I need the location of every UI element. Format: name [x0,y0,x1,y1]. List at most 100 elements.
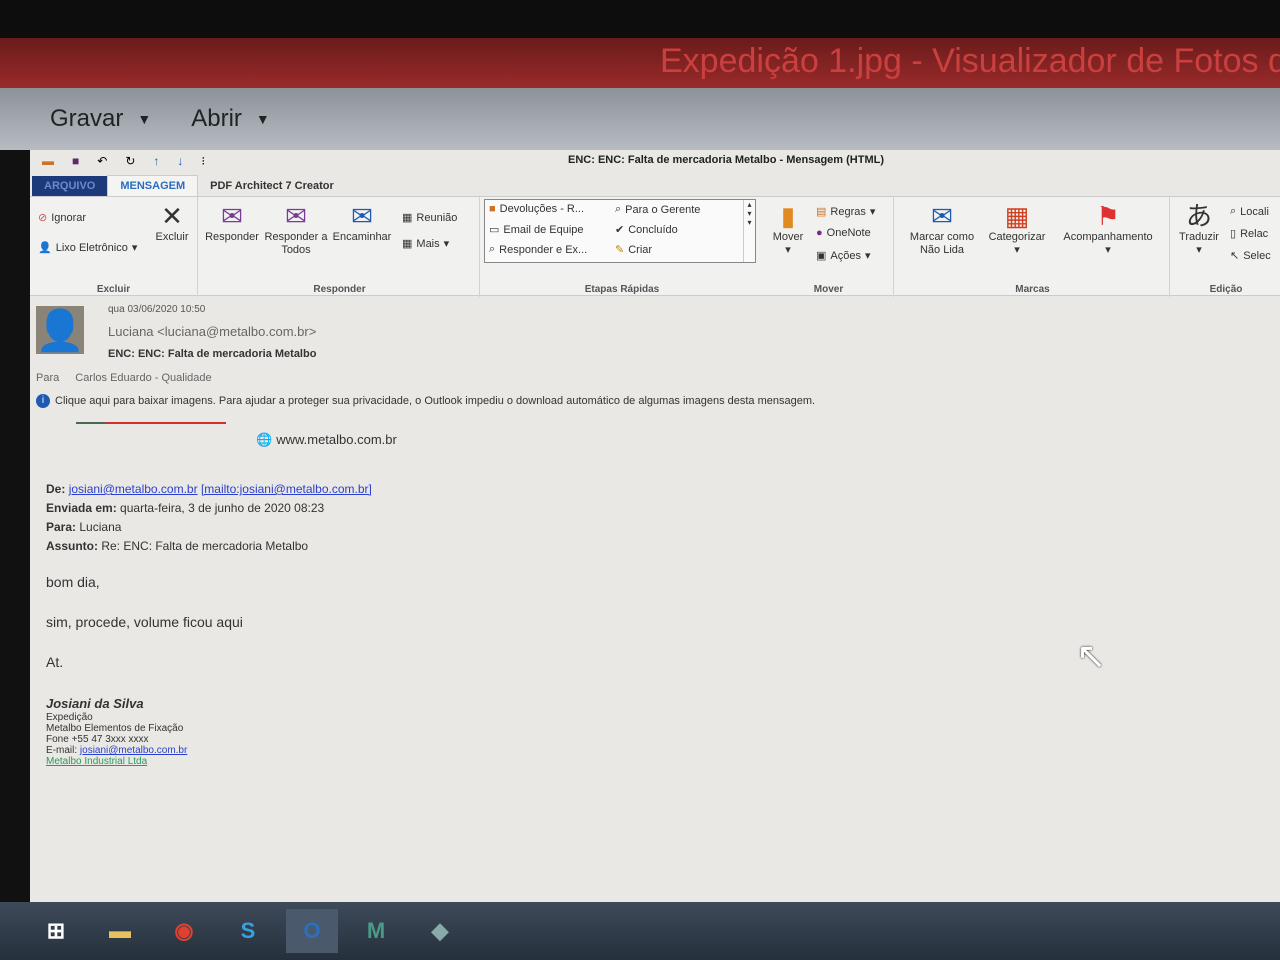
previous-icon[interactable]: ↑ [153,154,159,168]
quick-step-label: Concluído [628,223,678,236]
more-label: Mais [416,237,440,250]
actions-label: Ações [830,249,861,262]
quick-step-item[interactable]: ✎ Criar [615,243,652,257]
categorize-icon: ▦ [1004,201,1030,231]
find-label: Locali [1240,205,1269,218]
find-button[interactable]: ⌕ Locali [1230,205,1269,218]
quick-steps-gallery: ■ Devoluções - R... ▭ Email de Equipe ⌕ Res… [484,199,756,263]
mark-unread-button[interactable]: ✉ Marcar como Não Lida [902,201,982,257]
junk-button[interactable]: 👤 Lixo Eletrônico ▾ [38,241,137,255]
website-link[interactable]: 🌐 www.metalbo.com.br [256,432,397,448]
meeting-button[interactable]: ▦ Reunião [402,211,458,225]
move-button[interactable]: ▮ Mover ▾ [766,201,810,257]
binoculars-icon: ⌕ [1230,205,1237,217]
reply-icon: ✉ [221,201,243,231]
forward-icon: ✉ [351,201,373,231]
signature-footer: Metalbo Industrial Ltda [46,756,148,767]
follow-up-button[interactable]: ⚑ Acompanhamento ▾ [1054,201,1162,257]
tab-message[interactable]: MENSAGEM [107,175,199,196]
website-text: www.metalbo.com.br [276,432,397,447]
info-icon: i [36,394,50,408]
file-explorer-icon[interactable]: ▬ [94,909,146,953]
mailto-link[interactable]: [mailto:josiani@metalbo.com.br] [201,482,372,496]
group-label: Excluir [96,284,131,295]
meeting-label: Reunião [416,211,458,224]
avatar: 👤 [36,306,84,354]
chevron-down-icon: ▼ [137,111,152,127]
recipients-line: Para Carlos Eduardo - Qualidade [36,372,212,384]
related-icon: ▯ [1230,228,1237,240]
mail-icon[interactable]: ▬ [42,154,54,168]
group-marcas: ✉ Marcar como Não Lida ▦ Categorizar ▾ ⚑ Aco… [896,197,1170,297]
from-email-link[interactable]: josiani@metalbo.com.br [69,482,198,496]
related-button[interactable]: ▯ Relac [1230,227,1268,241]
follow-up-label: Acompanhamento [1063,231,1153,243]
signature-email-label: E-mail: [46,745,78,756]
skype-icon[interactable]: S [222,909,274,953]
mouse-cursor-icon: ↖ [1076,635,1107,676]
onenote-label: OneNote [826,227,871,239]
tab-file[interactable]: ARQUIVO [32,176,108,196]
signature-email-link[interactable]: josiani@metalbo.com.br [80,745,187,756]
quick-step-label: Para o Gerente [625,203,701,216]
reply-all-button[interactable]: ✉ Responder a Todos [264,201,328,257]
signature: Josiani da Silva Expedição Metalbo Eleme… [46,696,187,767]
app-other-icon[interactable]: ◆ [414,909,466,953]
more-button[interactable]: ▦ Mais ▾ [402,237,449,251]
reply-button[interactable]: ✉ Responder [202,201,262,244]
forward-label: Encaminhar [332,231,392,243]
next-icon[interactable]: ↓ [177,154,183,168]
reply-all-label: Responder a Todos [264,231,328,256]
meeting-icon: ▦ [402,212,413,224]
gallery-scrollbar[interactable]: ▴ ▾ ▾ [743,200,755,262]
greeting: bom dia, [46,574,100,590]
tab-pdf-architect[interactable]: PDF Architect 7 Creator [198,176,346,196]
outlook-icon[interactable]: O [286,909,338,953]
forwarded-header: De: josiani@metalbo.com.br [mailto:josia… [46,480,372,556]
save-icon[interactable]: ■ [72,154,79,168]
delete-icon: ✕ [161,201,183,231]
start-button[interactable]: ⊞ [30,909,82,953]
ignore-button[interactable]: ⊘ Ignorar [38,211,86,225]
open-menu-button[interactable]: Abrir ▼ [191,105,270,133]
save-label: Gravar [50,105,124,132]
download-images-infobar[interactable]: i Clique aqui para baixar imagens. Para a… [36,394,815,408]
recipient[interactable]: Carlos Eduardo - Qualidade [75,372,211,384]
quick-step-item[interactable]: ▭ Email de Equipe [489,223,584,237]
app-m-icon[interactable]: M [350,909,402,953]
globe-icon: 🌐 [256,432,273,447]
reply-label: Responder [205,231,259,243]
rules-button[interactable]: ▤ Regras ▾ [816,205,875,219]
translate-button[interactable]: あ Traduzir ▾ [1174,201,1224,257]
select-button[interactable]: ↖ Selec [1230,249,1271,263]
onenote-button[interactable]: ● OneNote [816,227,871,239]
rules-icon: ▤ [816,206,827,218]
signature-company: Metalbo Elementos de Fixação [46,723,184,734]
redo-icon[interactable]: ↻ [125,154,135,168]
ribbon-tabs: ARQUIVO MENSAGEM PDF Architect 7 Creator [30,172,1280,196]
sent-date: qua 03/06/2020 10:50 [108,304,206,315]
ignore-icon: ⊘ [38,212,48,224]
group-label: Etapas Rápidas [584,284,660,295]
quick-step-item[interactable]: ■ Devoluções - R... [489,203,584,215]
quick-step-label: Devoluções - R... [499,203,585,215]
group-mover: ▮ Mover ▾ ▤ Regras ▾ ● OneNote ▣ Ações ▾ Mover [764,197,894,297]
delete-button[interactable]: ✕ Excluir [150,201,194,244]
delete-label: Excluir [155,231,189,243]
chrome-icon[interactable]: ◉ [158,909,210,953]
customize-icon[interactable]: ⁝ [201,154,205,168]
quick-step-item[interactable]: ✔ Concluído [615,223,678,237]
undo-icon[interactable]: ↶ [97,154,107,168]
sender[interactable]: Luciana <luciana@metalbo.com.br> [108,324,316,339]
save-menu-button[interactable]: Gravar ▼ [50,105,151,133]
quick-step-item[interactable]: ⌕ Responder e Ex... [489,243,587,256]
translate-label: Traduzir [1179,231,1219,243]
categorize-button[interactable]: ▦ Categorizar ▾ [984,201,1050,257]
quick-step-item[interactable]: ⌕ Para o Gerente [615,203,700,216]
message-subject: ENC: ENC: Falta de mercadoria Metalbo [108,348,317,360]
actions-button[interactable]: ▣ Ações ▾ [816,249,871,263]
infobar-text: Clique aqui para baixar imagens. Para aj… [55,395,816,407]
forward-button[interactable]: ✉ Encaminhar [328,201,396,244]
move-label: Mover [772,231,804,243]
signature-name: Josiani da Silva [46,696,144,711]
